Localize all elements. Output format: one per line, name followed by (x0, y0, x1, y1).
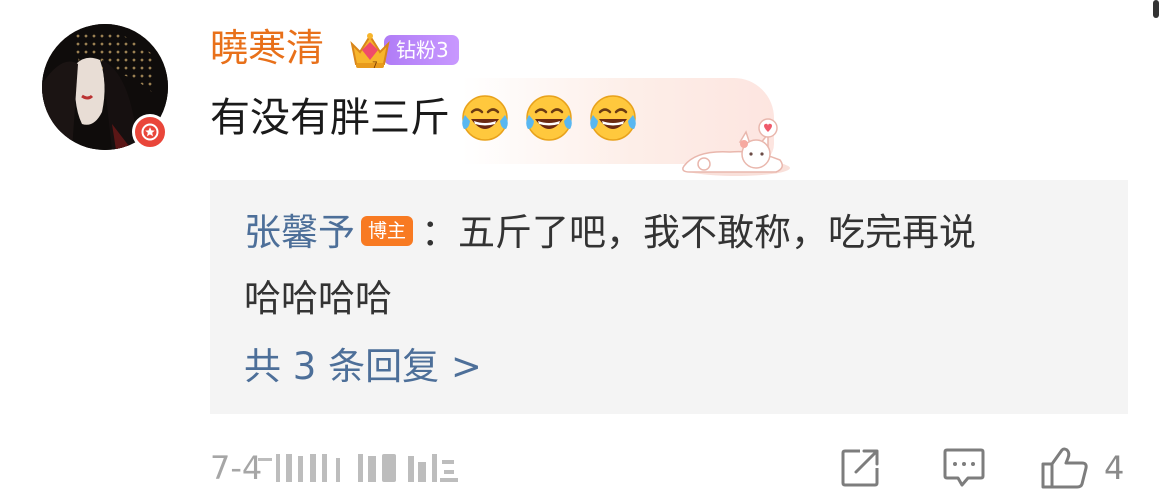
reply-text-line1: 五斤了吧，我不敢称，吃完再说 (458, 211, 977, 254)
fan-badge-label: 钻粉3 (384, 35, 459, 65)
comment-username[interactable]: 曉寒清 (210, 24, 324, 72)
laugh-cry-icon (462, 95, 508, 141)
svg-text:7: 7 (372, 61, 378, 70)
share-button[interactable] (840, 446, 882, 490)
thumbs-up-icon (1041, 447, 1088, 489)
comment-content: 有没有胖三斤 (210, 92, 638, 144)
reply-text-line2: 哈哈哈哈 (244, 277, 392, 320)
reply-preview-box[interactable]: 张馨予 博主 ：五斤了吧，我不敢称，吃完再说 哈哈哈哈 共 3 条回复 > (210, 180, 1128, 414)
reply-line: 张馨予 博主 ：五斤了吧，我不敢称，吃完再说 (244, 208, 976, 258)
laugh-cry-icon (526, 95, 572, 141)
more-replies-link[interactable]: 共 3 条回复 > (244, 342, 482, 392)
comment-timestamp: 7-4 (210, 449, 263, 487)
reply-button[interactable] (942, 446, 986, 490)
star-badge-icon (132, 114, 168, 150)
comment-card: 曉寒清 7 钻粉3 有没有胖三斤 张馨予 博主 ：五斤了吧，我不敢称，吃完再说 … (0, 0, 1170, 493)
blogger-badge: 博主 (361, 215, 414, 246)
redacted-location (258, 454, 458, 482)
scrollbar[interactable] (1153, 0, 1159, 18)
share-icon (841, 449, 879, 487)
comment-text: 有没有胖三斤 (210, 95, 450, 141)
comment-icon (943, 448, 985, 487)
reply-author[interactable]: 张馨予 (244, 211, 355, 254)
cat-sticker-icon (682, 118, 790, 176)
like-count: 4 (1104, 449, 1125, 487)
fan-badge[interactable]: 7 钻粉3 (348, 32, 459, 70)
laugh-cry-icon (590, 95, 636, 141)
reply-separator: ： (421, 211, 459, 254)
like-button[interactable]: 4 (1040, 446, 1124, 490)
crown-icon: 7 (350, 33, 390, 70)
